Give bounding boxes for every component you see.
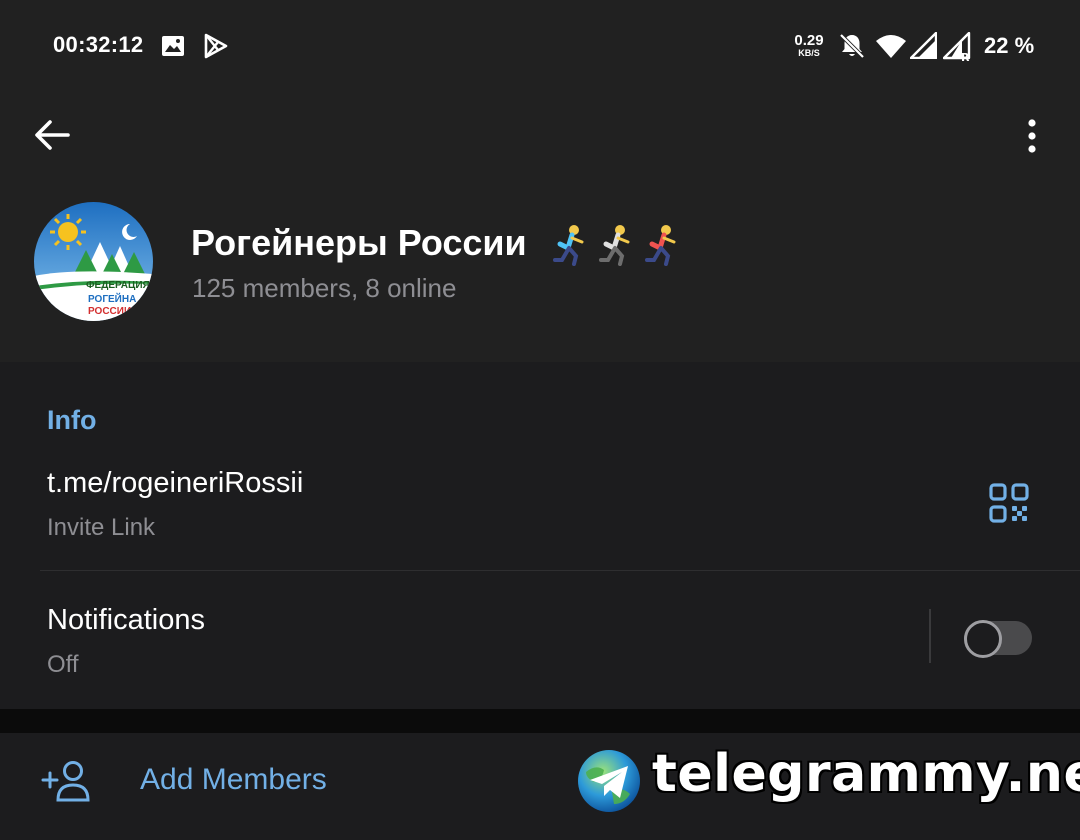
add-user-icon: [41, 761, 90, 802]
telegram-globe-logo-icon: [578, 750, 640, 812]
watermark: telegrammy.net: [576, 744, 1080, 814]
more-options-button[interactable]: [1014, 115, 1050, 159]
telegram-group-info-screen: 00:32:12 0.29 KB/S R 22 % ФЕДЕРАЦИЯ РОГЕ…: [0, 0, 1080, 840]
info-section: Info t.me/rogeineriRossii Invite Link No…: [0, 362, 1080, 709]
watermark-text: telegrammy.net: [652, 744, 1080, 804]
profile-header: ФЕДЕРАЦИЯ РОГЕЙНА РОССИИ Рогейнеры Росси…: [0, 90, 1080, 362]
notifications-title: Notifications: [47, 604, 205, 636]
network-speed-unit: KB/S: [798, 48, 820, 58]
status-time: 00:32:12: [53, 32, 144, 57]
qr-code-button[interactable]: [988, 482, 1030, 524]
notifications-toggle[interactable]: [964, 620, 1032, 658]
network-speed: 0.29 KB/S: [792, 33, 826, 58]
federation-logo-icon: ФЕДЕРАЦИЯ РОГЕЙНА РОССИИ: [34, 202, 153, 321]
notifications-row[interactable]: Notifications Off: [0, 571, 1080, 709]
group-avatar[interactable]: ФЕДЕРАЦИЯ РОГЕЙНА РОССИИ: [34, 202, 153, 321]
section-gap: [0, 709, 1080, 733]
vertical-separator: [929, 609, 931, 663]
battery-level: 22 %: [984, 33, 1035, 58]
svg-text:ФЕДЕРАЦИЯ: ФЕДЕРАЦИЯ: [86, 280, 150, 291]
invite-link-row[interactable]: t.me/rogeineriRossii Invite Link: [0, 452, 1080, 570]
signal-icon: [910, 32, 937, 59]
signal-roaming-icon: R: [943, 32, 971, 62]
status-bar: 00:32:12 0.29 KB/S R 22 %: [0, 0, 1080, 90]
play-store-icon: [204, 33, 228, 59]
group-title: Рогейнеры России: [191, 222, 527, 263]
arrow-left-icon: [35, 120, 70, 150]
back-button[interactable]: [30, 115, 76, 155]
section-title-info: Info: [47, 405, 97, 435]
image-icon: [162, 36, 184, 56]
dots-vertical-icon: [1028, 119, 1036, 153]
toggle-knob: [964, 620, 1002, 658]
svg-text:РОГЕЙНА: РОГЕЙНА: [88, 292, 136, 305]
svg-text:РОССИИ: РОССИИ: [88, 306, 131, 317]
runner-emoji-icon: [553, 225, 676, 266]
bell-off-icon: [839, 33, 865, 59]
svg-text:R: R: [961, 51, 970, 62]
network-speed-value: 0.29: [794, 32, 824, 49]
invite-link-caption: Invite Link: [47, 514, 156, 541]
add-members-label: Add Members: [140, 763, 327, 796]
notifications-status: Off: [47, 651, 79, 678]
invite-link[interactable]: t.me/rogeineriRossii: [47, 467, 303, 500]
member-count: 125 members, 8 online: [192, 273, 457, 303]
wifi-icon: [876, 35, 906, 58]
qr-code-icon: [989, 483, 1029, 523]
